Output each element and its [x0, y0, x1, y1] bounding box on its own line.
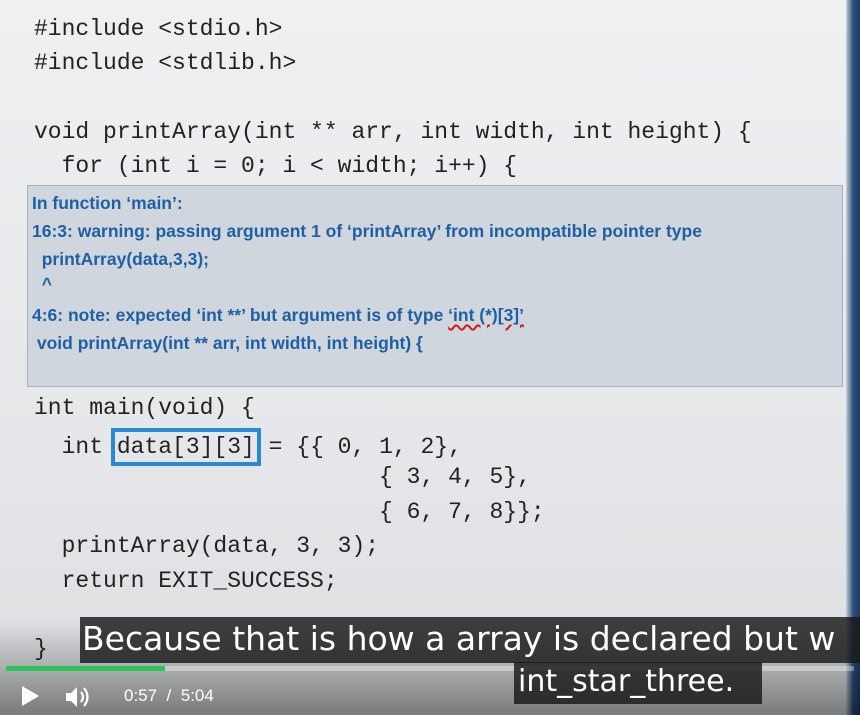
- warning-source-line: printArray(data,3,3);: [32, 249, 209, 269]
- note-text: 4:6: note: expected ‘int **’ but argumen…: [32, 305, 449, 325]
- code-array-row-3: { 6, 7, 8}};: [34, 499, 545, 525]
- code-close-brace: }: [34, 636, 48, 662]
- warning-context: In function ‘main’:: [32, 193, 183, 213]
- lecture-slide: #include <stdio.h> #include <stdlib.h> v…: [0, 0, 860, 715]
- code-printarray-call: printArray(data, 3, 3);: [34, 533, 380, 559]
- play-icon[interactable]: [22, 686, 39, 706]
- code-array-declaration: int data[3][3] = {{ 0, 1, 2},: [34, 428, 462, 466]
- warning-note: 4:6: note: expected ‘int **’ but argumen…: [32, 304, 524, 326]
- subtitle-line-2: int_star_three.: [514, 662, 762, 704]
- duration: 5:04: [180, 686, 214, 705]
- current-time: 0:57: [124, 686, 158, 705]
- code-return: return EXIT_SUCCESS;: [34, 568, 338, 594]
- code-array-row-2: { 3, 4, 5},: [34, 464, 531, 490]
- subtitle-line-1: Because that is how a array is declared …: [80, 617, 860, 663]
- warning-message: 16:3: warning: passing argument 1 of ‘pr…: [32, 221, 702, 241]
- compiler-warning-box: In function ‘main’: 16:3: warning: passi…: [27, 185, 843, 387]
- code-include-stdlib: #include <stdlib.h>: [34, 50, 297, 76]
- warning-caret: ^: [32, 274, 52, 294]
- note-type-squiggle: ‘int (*)[3]’: [448, 305, 524, 325]
- array-highlight-box: data[3][3]: [110, 428, 261, 466]
- time-separator: /: [166, 686, 172, 705]
- decl-prefix: int: [34, 434, 117, 460]
- volume-icon[interactable]: [64, 684, 94, 710]
- code-function-signature: void printArray(int ** arr, int width, i…: [34, 119, 752, 145]
- progress-bar-fill: [6, 666, 166, 671]
- decl-suffix: = {{ 0, 1, 2},: [254, 434, 462, 460]
- time-display: 0:57 / 5:04: [124, 686, 214, 706]
- warning-note-source: void printArray(int ** arr, int width, i…: [32, 333, 423, 353]
- code-for-loop: for (int i = 0; i < width; i++) {: [34, 153, 518, 179]
- slide-edge-decoration: [846, 0, 860, 715]
- code-include-stdio: #include <stdio.h>: [34, 16, 283, 42]
- code-main-signature: int main(void) {: [34, 395, 255, 421]
